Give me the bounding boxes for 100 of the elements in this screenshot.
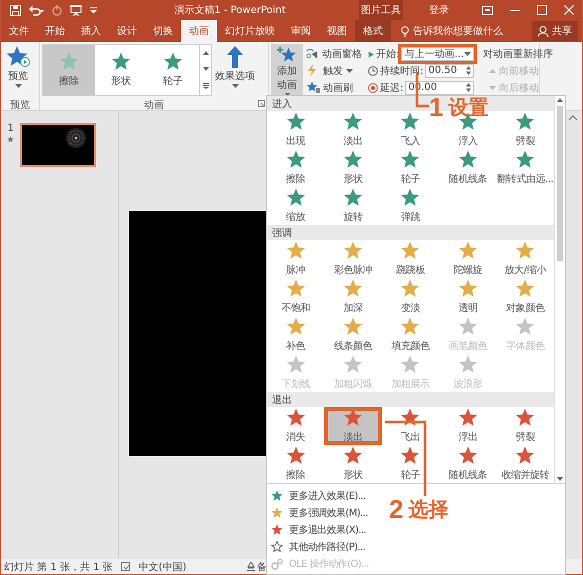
menu-item[interactable]: 更多强调效果(M)... (271, 505, 368, 521)
animation-option[interactable]: 跷跷板 (382, 240, 440, 278)
save-icon[interactable] (10, 4, 21, 16)
customize-icon[interactable] (90, 6, 97, 14)
ribbon-button[interactable]: 动画窗格 (306, 47, 362, 62)
animation-option[interactable]: 脉冲 (267, 240, 324, 278)
group-label: 动画 (144, 100, 164, 111)
animation-option[interactable]: 形状 (324, 445, 382, 483)
star-icon (343, 408, 364, 428)
lightbulb-icon[interactable] (401, 26, 409, 36)
animation-option[interactable]: 对象颜色 (496, 278, 554, 316)
animation-option[interactable]: 消失 (267, 407, 324, 445)
animation-option[interactable]: 弹跳 (382, 187, 440, 225)
animation-option[interactable]: 劈裂 (496, 407, 554, 445)
spin-arrows-icon[interactable] (466, 66, 471, 76)
scroll-up-icon[interactable] (202, 51, 208, 55)
animation-option[interactable]: 擦除 (43, 45, 95, 95)
triangle-down-icon (489, 86, 496, 90)
animation-option[interactable]: 出现 (267, 111, 324, 149)
effect-options-button[interactable]: 效果选项 (212, 44, 258, 98)
animation-option[interactable]: 补色 (267, 316, 324, 354)
ribbon-display-icon[interactable] (482, 6, 493, 14)
ribbon-tab[interactable]: 开始 (37, 20, 73, 42)
caret-icon (346, 68, 353, 73)
play-icon (368, 50, 374, 59)
animation-option[interactable]: 浮出 (439, 407, 497, 445)
tell-me-field[interactable]: 告诉我你想要做什么 (413, 24, 503, 38)
star-icon (343, 241, 364, 261)
animation-option[interactable]: 线条颜色 (324, 316, 382, 354)
more-icon[interactable] (202, 83, 208, 89)
ribbon-button[interactable]: 动画刷 (306, 80, 362, 95)
caret-icon (464, 52, 471, 56)
ribbon-tab[interactable]: 审阅 (283, 20, 319, 42)
scroll-up-icon[interactable] (569, 115, 577, 120)
scrollbar-thumb[interactable] (557, 106, 563, 261)
scroll-down-icon[interactable] (202, 67, 208, 71)
animation-option[interactable]: 翻转式由远... (496, 149, 554, 187)
menu-item[interactable]: 更多进入效果(E)... (271, 488, 366, 504)
ribbon-tab[interactable]: 文件 (1, 20, 37, 42)
scroll-down-icon[interactable] (557, 477, 563, 481)
spin-field[interactable]: 00.50 (425, 64, 474, 78)
menu-item[interactable]: 更多退出效果(X)... (271, 522, 366, 538)
ribbon-tab[interactable]: 设计 (109, 20, 145, 42)
animation-option[interactable]: 彩色脉冲 (324, 240, 382, 278)
ribbon-tab[interactable]: 视图 (319, 20, 355, 42)
spin-arrows-icon[interactable] (466, 83, 471, 92)
maximize-icon[interactable] (537, 5, 547, 15)
animation-option[interactable]: 加深 (324, 278, 382, 316)
animation-option[interactable]: 透明 (439, 278, 497, 316)
window-title: 演示文稿1 - PowerPoint (173, 4, 287, 17)
animation-option[interactable]: 轮子 (382, 149, 440, 187)
star-icon (400, 112, 420, 132)
ribbon-tab[interactable]: 动画 (181, 20, 217, 42)
close-icon[interactable] (564, 5, 574, 15)
preview-button[interactable]: 预览 (3, 44, 33, 98)
ribbon-tab[interactable]: 插入 (73, 20, 109, 42)
scroll-up-icon[interactable] (557, 98, 563, 102)
group-title: 对动画重新排序 (483, 48, 553, 62)
dropdown-field[interactable]: 与上一动画... (401, 47, 474, 62)
animation-option[interactable]: 随机线条 (439, 445, 497, 483)
animation-option[interactable]: 轮子 (382, 445, 440, 483)
ribbon-tab[interactable]: 幻灯片放映 (217, 20, 283, 42)
star-icon (400, 279, 420, 299)
animation-option[interactable]: 擦除 (267, 445, 324, 483)
context-label: 图片工具 (359, 0, 403, 20)
star-icon (271, 507, 283, 519)
animation-option[interactable]: 淡出 (324, 407, 382, 445)
undo-icon[interactable] (29, 4, 44, 16)
menu-item[interactable]: 其他动作路径(P)... (271, 539, 366, 555)
star-icon (271, 490, 283, 502)
ribbon-tab[interactable]: 切换 (145, 20, 181, 42)
animation-option[interactable]: 劈裂 (496, 111, 554, 149)
animation-option[interactable]: 淡出 (324, 111, 382, 149)
animation-option[interactable]: 飞出 (382, 407, 440, 445)
ribbon-tab[interactable]: 格式 (355, 20, 391, 42)
animation-option[interactable]: 收缩并旋转 (496, 445, 554, 483)
ribbon-button[interactable]: 触发 (306, 64, 362, 78)
star-icon (458, 150, 478, 170)
spellcheck-icon[interactable] (120, 562, 131, 571)
dialog-launcher-icon[interactable] (258, 100, 265, 107)
animation-option[interactable]: 形状 (324, 149, 382, 187)
animation-option[interactable]: 随机线条 (439, 149, 497, 187)
animation-option[interactable]: 缩放 (267, 187, 324, 225)
star-icon (515, 317, 536, 337)
callout-number: 1 (429, 94, 444, 120)
slide-thumbnail[interactable] (20, 123, 96, 167)
notes-button[interactable]: 备 (247, 560, 267, 574)
animation-option[interactable]: 陀螺旋 (439, 240, 497, 278)
language-label[interactable]: 中文(中国) (138, 560, 186, 574)
share-button[interactable]: 共享 (532, 21, 578, 41)
add-animation-button[interactable]: 添加动画 (271, 44, 303, 98)
animation-option[interactable]: 放大/缩小 (496, 240, 554, 278)
animation-option[interactable]: 不饱和 (267, 278, 324, 316)
animation-option[interactable]: 变淡 (382, 278, 440, 316)
sign-in-link[interactable]: 登录 (429, 3, 449, 17)
presentation-icon[interactable] (70, 4, 82, 16)
animation-option[interactable]: 旋转 (324, 187, 382, 225)
section-header: 强调 (267, 225, 554, 240)
animation-option[interactable]: 填充颜色 (382, 316, 440, 354)
animation-option[interactable]: 擦除 (267, 149, 324, 187)
